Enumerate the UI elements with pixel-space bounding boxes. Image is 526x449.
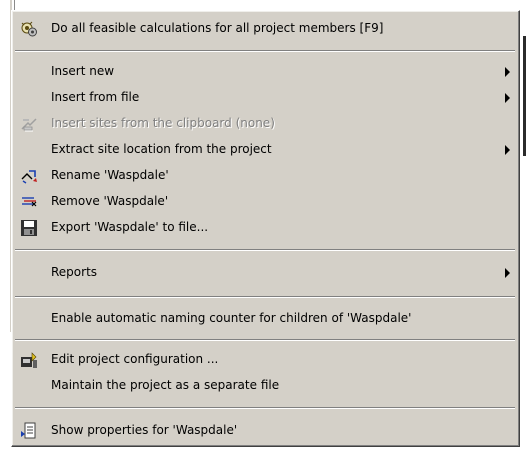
floppy-disk-icon: [21, 220, 37, 236]
calculator-icon: [21, 21, 37, 37]
remove-icon: [22, 197, 37, 207]
menu-item-show-properties[interactable]: Show properties for 'Waspdale': [14, 418, 516, 443]
menu-item-insert-from-clipboard[interactable]: Insert sites from the clipboard (none): [14, 111, 516, 136]
menu-item-label: Reports: [51, 265, 98, 279]
menu-separator: [15, 296, 515, 298]
menu-item-reports[interactable]: Reports: [14, 260, 516, 285]
menu-item-label: Edit project configuration ...: [51, 352, 219, 366]
menu-item-label: Maintain the project as a separate file: [51, 378, 280, 392]
menu-item-rename[interactable]: Rename 'Waspdale': [14, 163, 516, 188]
menu-item-export[interactable]: Export 'Waspdale' to file...: [14, 215, 516, 240]
menu-separator: [15, 249, 515, 251]
menu-separator: [15, 407, 515, 409]
menu-item-label: Insert sites from the clipboard (none): [51, 116, 275, 130]
clipboard-icon: [21, 118, 37, 132]
menu-separator: [15, 339, 515, 341]
menu-item-extract-site-location[interactable]: Extract site location from the project: [14, 137, 516, 162]
menu-separator: [15, 50, 515, 52]
menu-item-label: Rename 'Waspdale': [51, 168, 169, 182]
rename-icon: [21, 170, 37, 184]
menu-item-label: Do all feasible calculations for all pro…: [51, 21, 384, 35]
project-config-icon: [21, 352, 37, 368]
menu-item-label: Show properties for 'Waspdale': [51, 423, 238, 437]
properties-icon: [21, 422, 36, 439]
menu-item-label: Export 'Waspdale' to file...: [51, 220, 209, 234]
menu-item-maintain-separate-file[interactable]: Maintain the project as a separate file: [14, 373, 516, 398]
menu-item-label: Insert new: [51, 64, 115, 78]
menu-item-label: Insert from file: [51, 90, 140, 104]
menu-item-label: Remove 'Waspdale': [51, 194, 169, 208]
menu-item-label: Enable automatic naming counter for chil…: [51, 311, 412, 325]
menu-item-enable-naming-counter[interactable]: Enable automatic naming counter for chil…: [14, 306, 516, 331]
context-menu: Do all feasible calculations for all pro…: [11, 10, 520, 447]
submenu-arrow-icon: [505, 145, 510, 155]
submenu-arrow-icon: [505, 268, 510, 278]
menu-item-label: Extract site location from the project: [51, 142, 272, 156]
menu-item-edit-project-configuration[interactable]: Edit project configuration ...: [14, 347, 516, 372]
menu-item-do-all-calculations[interactable]: Do all feasible calculations for all pro…: [14, 16, 516, 41]
menu-item-insert-from-file[interactable]: Insert from file: [14, 85, 516, 110]
menu-item-remove[interactable]: Remove 'Waspdale': [14, 189, 516, 214]
submenu-arrow-icon: [505, 67, 510, 77]
submenu-arrow-icon: [505, 93, 510, 103]
menu-item-insert-new[interactable]: Insert new: [14, 59, 516, 84]
